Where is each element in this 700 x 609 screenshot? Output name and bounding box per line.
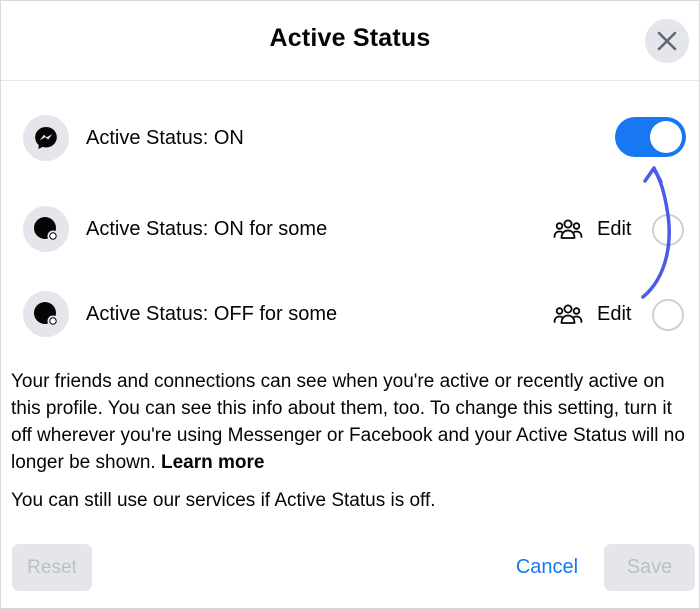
description-body: Your friends and connections can see whe…	[11, 371, 685, 473]
description-note: You can still use our services if Active…	[11, 490, 436, 511]
status-icon-wrap	[23, 291, 69, 337]
people-icon	[553, 219, 583, 239]
edit-button[interactable]: Edit	[553, 214, 631, 244]
edit-label: Edit	[597, 217, 632, 240]
active-status-toggle[interactable]	[615, 117, 686, 157]
option-label: Active Status: OFF for some	[86, 303, 338, 325]
status-icon-wrap	[23, 206, 69, 252]
messenger-icon-wrap	[23, 115, 69, 161]
people-icon	[553, 304, 583, 324]
close-icon	[657, 31, 677, 51]
option-active-status-on-for-some[interactable]: Active Status: ON for some Edit	[1, 194, 699, 264]
reset-button[interactable]: Reset	[12, 544, 92, 591]
status-dot-icon	[34, 302, 59, 327]
toggle-knob	[650, 121, 682, 153]
option-label: Active Status: ON	[86, 127, 244, 149]
radio-off-for-some[interactable]	[652, 299, 684, 331]
edit-label: Edit	[597, 302, 632, 325]
status-dot-icon	[34, 217, 59, 242]
messenger-icon	[35, 127, 57, 149]
description-text: Your friends and connections can see whe…	[11, 368, 691, 476]
radio-on-for-some[interactable]	[652, 214, 684, 246]
close-button[interactable]	[645, 19, 689, 63]
option-active-status-on[interactable]: Active Status: ON	[1, 103, 699, 173]
option-active-status-off-for-some[interactable]: Active Status: OFF for some Edit	[1, 279, 699, 349]
dialog-title: Active Status	[269, 24, 431, 52]
save-button[interactable]: Save	[604, 544, 695, 591]
dialog-header: Active Status	[1, 1, 699, 81]
edit-button[interactable]: Edit	[553, 299, 631, 329]
active-status-dialog: Active Status Active Status: ON Active S…	[0, 0, 700, 609]
cancel-button[interactable]: Cancel	[509, 544, 585, 591]
learn-more-link[interactable]: Learn more	[161, 452, 264, 473]
option-label: Active Status: ON for some	[86, 218, 328, 240]
